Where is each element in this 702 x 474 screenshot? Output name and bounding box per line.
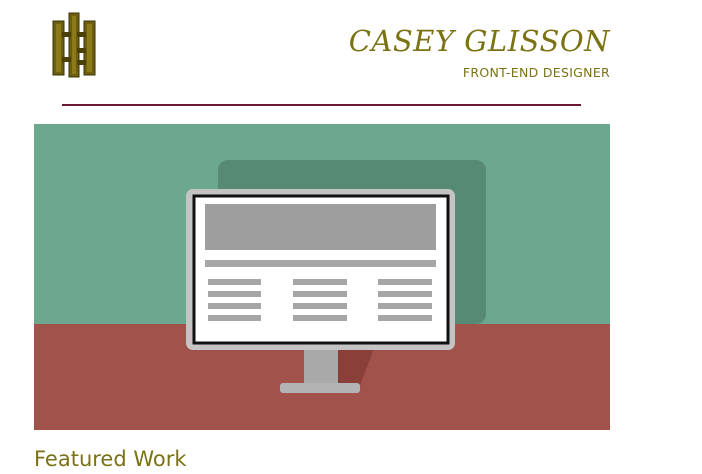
hero-image — [34, 124, 610, 430]
header-divider — [62, 104, 581, 106]
cg-logo[interactable] — [52, 12, 96, 78]
brand-title: FRONT-END DESIGNER — [462, 65, 610, 80]
brand: CASEY GLISSON FRONT-END DESIGNER — [349, 24, 610, 80]
brand-name[interactable]: CASEY GLISSON — [349, 24, 610, 58]
featured-work-heading: Featured Work — [34, 447, 187, 471]
